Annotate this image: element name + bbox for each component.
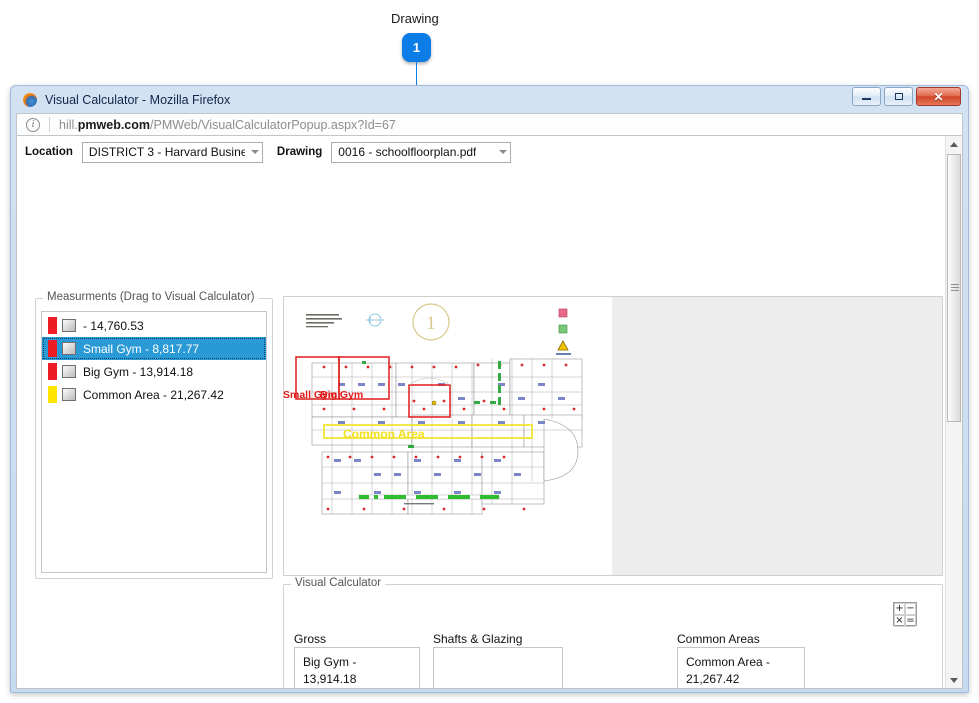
list-item-label: Small Gym - 8,817.77 <box>83 341 200 356</box>
color-swatch <box>48 317 57 334</box>
location-label: Location <box>25 146 73 158</box>
plus-glyph: + <box>894 603 905 615</box>
shafts-dropzone[interactable] <box>433 647 563 688</box>
drawing-page: 1 Small Gym Big Gym Common Area <box>283 297 612 575</box>
window-controls: ✕ <box>852 87 961 106</box>
screenshot-root: Drawing 1 Visual Calculator - Mozilla Fi… <box>0 0 979 703</box>
scroll-up-button[interactable] <box>946 136 962 153</box>
chevron-down-icon <box>250 150 259 154</box>
minimize-button[interactable] <box>852 87 881 106</box>
callout-badge: 1 <box>402 33 431 62</box>
page-content: Location DISTRICT 3 - Harvard Business S… <box>16 136 963 689</box>
page-toolbar: Location DISTRICT 3 - Harvard Business S… <box>17 136 962 164</box>
firefox-icon <box>22 92 38 108</box>
calculator-icon[interactable]: + − × = <box>893 602 917 627</box>
measurement-icon <box>62 388 76 401</box>
titleblock-text <box>306 314 342 328</box>
visual-calculator-legend: Visual Calculator <box>291 577 386 589</box>
chevron-down-icon <box>950 678 958 683</box>
measurement-icon <box>62 365 76 378</box>
maximize-button[interactable] <box>884 87 913 106</box>
browser-window: Visual Calculator - Mozilla Firefox ✕ i … <box>10 85 969 693</box>
url-text: hill.pmweb.com/PMWeb/VisualCalculatorPop… <box>59 118 396 132</box>
drawing-dropdown-value: 0016 - schoolfloorplan.pdf <box>338 145 477 159</box>
common-column-header: Common Areas <box>677 632 760 646</box>
list-item[interactable]: Big Gym - 13,914.18 <box>42 360 266 383</box>
chevron-up-icon <box>950 142 958 147</box>
callout-label: Drawing <box>391 11 439 26</box>
north-arrow-icon <box>366 313 384 327</box>
close-button[interactable]: ✕ <box>916 87 961 106</box>
location-dropdown-value: DISTRICT 3 - Harvard Business S <box>88 145 245 159</box>
location-dropdown[interactable]: DISTRICT 3 - Harvard Business S <box>81 141 263 163</box>
address-bar[interactable]: i hill.pmweb.com/PMWeb/VisualCalculatorP… <box>16 113 963 136</box>
window-title: Visual Calculator - Mozilla Firefox <box>45 92 231 107</box>
list-item-label: Common Area - 21,267.42 <box>83 387 224 402</box>
list-item-label: - 14,760.53 <box>83 318 144 333</box>
measurements-list[interactable]: - 14,760.53 Small Gym - 8,817.77 Big Gym… <box>41 311 267 573</box>
gross-dropzone[interactable]: Big Gym - 13,914.18 Small Gym - 8,817.77 <box>294 647 420 688</box>
measurement-icon <box>62 319 76 332</box>
minus-glyph: − <box>905 603 916 615</box>
drawing-label: Drawing <box>276 146 323 158</box>
floorplan-svg: 1 <box>295 303 583 515</box>
common-dropzone[interactable]: Common Area - 21,267.42 <box>677 647 805 688</box>
equals-glyph: = <box>905 615 916 627</box>
info-icon[interactable]: i <box>26 117 40 132</box>
page-scrollbar[interactable] <box>945 136 962 688</box>
legend-icons <box>556 308 571 355</box>
color-swatch <box>48 386 57 403</box>
url-domain: pmweb.com <box>77 117 151 132</box>
drawing-viewer[interactable]: 1 Small Gym Big Gym Common Area <box>283 296 943 576</box>
list-item-label: Big Gym - 13,914.18 <box>83 364 194 379</box>
list-item[interactable]: Common Area - 21,267.42 <box>42 383 266 406</box>
measurements-legend: Measurments (Drag to Visual Calculator) <box>43 291 259 303</box>
window-titlebar[interactable]: Visual Calculator - Mozilla Firefox ✕ <box>16 86 963 113</box>
url-prefix: hill. <box>59 117 78 132</box>
floorplan-rooms <box>311 358 583 515</box>
sheet-number-marker: 1 <box>412 303 450 341</box>
svg-text:1: 1 <box>426 313 436 334</box>
color-swatch <box>48 340 57 357</box>
drawing-dropdown[interactable]: 0016 - schoolfloorplan.pdf <box>331 141 512 163</box>
measurement-icon <box>62 342 76 355</box>
scrollbar-thumb[interactable] <box>947 154 961 422</box>
gross-column-header: Gross <box>294 632 327 646</box>
visual-calculator-panel: Visual Calculator + − × = Gross Shafts &… <box>283 577 943 688</box>
list-item[interactable]: Small Gym - 8,817.77 <box>42 337 266 360</box>
shafts-column-header: Shafts & Glazing <box>433 632 523 646</box>
url-divider <box>49 117 50 132</box>
measurements-panel: Measurments (Drag to Visual Calculator) … <box>35 291 273 579</box>
scrollbar-grip <box>951 284 959 292</box>
chevron-down-icon <box>499 150 508 154</box>
color-swatch <box>48 363 57 380</box>
scroll-down-button[interactable] <box>946 672 962 688</box>
multiply-glyph: × <box>894 615 905 627</box>
url-path: /PMWeb/VisualCalculatorPopup.aspx?Id=67 <box>150 117 396 132</box>
list-item[interactable]: - 14,760.53 <box>42 314 266 337</box>
